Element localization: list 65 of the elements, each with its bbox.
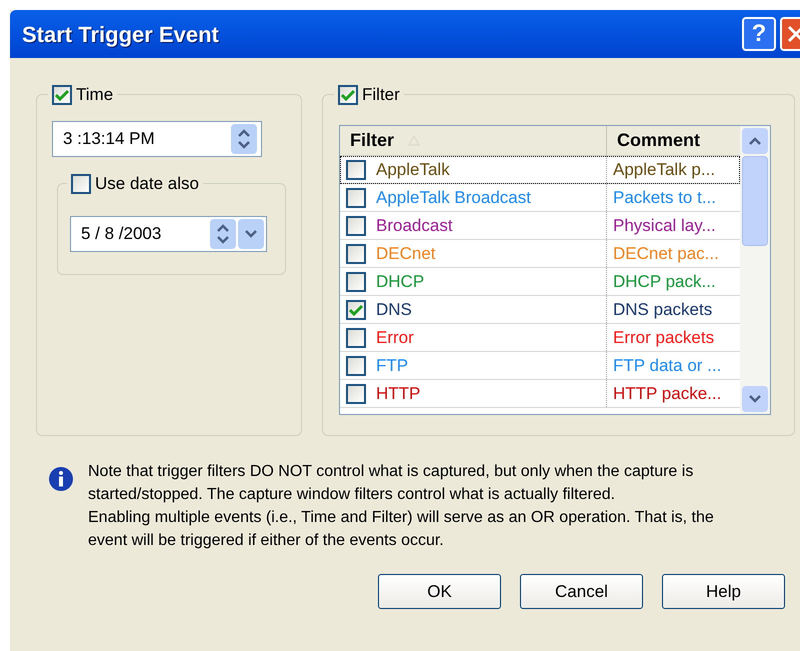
use-date-label: Use date also: [95, 173, 199, 195]
row-checkbox[interactable]: [346, 216, 366, 236]
close-icon: [787, 25, 800, 43]
filter-comment: DECnet pac...: [613, 242, 719, 265]
filter-name: DECnet: [376, 242, 436, 265]
time-value: 3 :13:14 PM: [63, 128, 156, 150]
chevron-down-icon: [244, 229, 258, 239]
time-field[interactable]: 3 :13:14 PM: [52, 121, 262, 157]
dialog-button[interactable]: Help: [662, 574, 785, 609]
column-header[interactable]: Comment: [607, 126, 740, 155]
filter-name: DNS: [376, 298, 412, 321]
filter-comment: Packets to t...: [613, 186, 716, 209]
filter-comment: DNS packets: [613, 298, 712, 321]
scroll-down-icon[interactable]: [748, 394, 762, 404]
filter-row[interactable]: DHCP DHCP pack...: [340, 268, 740, 296]
time-label: Time: [76, 84, 114, 106]
filter-row[interactable]: Broadcast Physical lay...: [340, 212, 740, 240]
filter-row[interactable]: AppleTalk AppleTalk p...: [340, 156, 740, 184]
filter-name: DHCP: [376, 270, 424, 293]
filter-comment: FTP data or ...: [613, 354, 722, 377]
filter-comment: AppleTalk p...: [613, 158, 716, 181]
spin-button[interactable]: [231, 124, 257, 154]
window-title: Start Trigger Event: [22, 20, 220, 49]
spin-button[interactable]: [210, 219, 236, 249]
filter-name: AppleTalk: [376, 158, 450, 181]
column-title: Filter: [350, 129, 394, 152]
filter-name: Error: [376, 326, 414, 349]
filter-comment: Physical lay...: [613, 214, 716, 237]
date-field[interactable]: 5 / 8 /2003: [70, 216, 267, 252]
help-button[interactable]: ?: [742, 17, 776, 51]
row-checkbox[interactable]: [346, 384, 366, 404]
filter-row[interactable]: DNS DNS packets: [340, 296, 740, 324]
filter-label: Filter: [362, 84, 400, 106]
scrollbar[interactable]: [740, 126, 770, 414]
dialog-button[interactable]: Cancel: [520, 574, 643, 609]
row-checkbox[interactable]: [346, 328, 366, 348]
scroll-thumb[interactable]: [742, 156, 768, 246]
filter-comment: Error packets: [613, 326, 714, 349]
note-text: Enabling multiple events (i.e., Time and Filter) will serve as an OR operation. That is, the event will be triggered if either of the events occur.: [88, 508, 715, 551]
filter-checkbox[interactable]: [338, 84, 358, 105]
filter-row[interactable]: Error Error packets: [340, 324, 740, 352]
row-checkbox[interactable]: [346, 188, 366, 208]
row-checkbox[interactable]: [346, 356, 366, 376]
scroll-up-icon[interactable]: [748, 136, 762, 146]
note-text: Note that trigger filters DO NOT control what is captured, but only when the capture is started/stopped. The capture window filters control what is actually filtered.: [88, 462, 694, 505]
dialog-button[interactable]: OK: [378, 574, 501, 609]
date-checkbox[interactable]: [71, 174, 91, 194]
date-value: 5 / 8 /2003: [81, 223, 162, 246]
row-checkbox[interactable]: [346, 300, 366, 320]
filter-name: Broadcast: [376, 214, 453, 237]
up-down-icon: [237, 128, 251, 150]
row-checkbox[interactable]: [346, 160, 366, 180]
filter-name: FTP: [376, 354, 408, 377]
up-down-icon: [216, 223, 230, 245]
info-icon: [48, 466, 74, 492]
column-header[interactable]: Filter: [340, 126, 607, 155]
filter-name: AppleTalk Broadcast: [376, 186, 531, 209]
dropdown-button[interactable]: [238, 219, 264, 249]
row-checkbox[interactable]: [346, 244, 366, 264]
filter-comment: HTTP packe...: [613, 382, 722, 405]
row-checkbox[interactable]: [346, 272, 366, 292]
filter-row[interactable]: HTTP HTTP packe...: [340, 380, 740, 408]
filter-comment: DHCP pack...: [613, 270, 716, 293]
time-checkbox[interactable]: [52, 84, 72, 105]
filter-name: HTTP: [376, 382, 420, 405]
